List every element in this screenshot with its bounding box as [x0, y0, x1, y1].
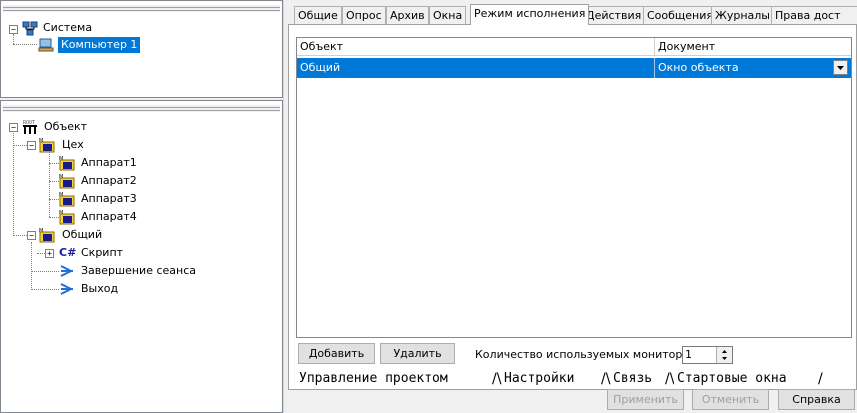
module-folder-icon: M: [59, 174, 75, 189]
module-folder-icon: M: [39, 228, 55, 243]
computer-icon: [38, 38, 54, 52]
module-folder-icon: M: [59, 192, 75, 207]
svg-text:M: M: [59, 192, 63, 198]
arrow-icon: [60, 265, 74, 277]
tab-windows[interactable]: Окна: [429, 6, 467, 24]
expand-toggle[interactable]: +: [45, 249, 54, 258]
bottom-tab-startup-windows[interactable]: Стартовые окна: [674, 371, 790, 387]
column-header-object[interactable]: Объект: [297, 38, 655, 55]
arrow-icon: [60, 283, 74, 295]
svg-text:M: M: [59, 210, 63, 216]
tab-poll[interactable]: Опрос: [342, 6, 386, 24]
help-button[interactable]: Справка: [778, 389, 855, 410]
column-header-document[interactable]: Документ: [655, 38, 848, 55]
apply-button[interactable]: Применить: [607, 389, 684, 410]
svg-text:M: M: [59, 156, 63, 162]
object-tree-pane[interactable]: − ROOT Объект − M Цех M Аппарат1 M Аппар…: [0, 100, 283, 413]
tab-archive[interactable]: Архив: [386, 6, 429, 24]
pane-grip[interactable]: [3, 5, 280, 12]
delete-button[interactable]: Удалить: [380, 343, 455, 364]
cancel-button[interactable]: Отменить: [692, 389, 769, 410]
collapse-toggle[interactable]: −: [9, 25, 18, 34]
dropdown-button[interactable]: [833, 60, 848, 75]
tab-general[interactable]: Общие: [294, 6, 342, 24]
tab-separator: /: [818, 371, 823, 387]
svg-text:M: M: [39, 138, 43, 144]
bottom-tab-strip: Управление проектом /\ Настройки /\ Связ…: [296, 371, 852, 387]
cell-document[interactable]: Окно объекта: [655, 58, 828, 78]
svg-text:M: M: [39, 228, 43, 234]
arrow-down-icon: [722, 357, 727, 360]
network-icon: [22, 21, 38, 36]
arrow-up-icon: [722, 350, 727, 353]
monitors-stepper[interactable]: 1: [682, 346, 733, 364]
tab-messages[interactable]: Сообщения: [643, 6, 718, 24]
module-folder-icon: M: [59, 156, 75, 171]
collapse-toggle[interactable]: −: [27, 141, 36, 150]
tab-execution-mode[interactable]: Режим исполнения: [470, 4, 590, 25]
module-folder-icon: M: [39, 138, 55, 153]
stepper-down[interactable]: [716, 355, 732, 363]
svg-text:M: M: [59, 174, 63, 180]
system-tree-pane[interactable]: − Система Компьютер 1: [0, 0, 283, 98]
cell-object[interactable]: Общий: [297, 58, 655, 78]
monitors-label: Количество используемых мониторов :: [475, 348, 703, 361]
startup-windows-grid[interactable]: Объект Документ Общий Окно объекта: [296, 37, 852, 338]
tab-access-rights[interactable]: Права дост: [771, 6, 857, 24]
grid-row[interactable]: Общий Окно объекта: [297, 58, 851, 78]
tab-journals[interactable]: Журналы: [711, 6, 774, 24]
bottom-tab-project-management[interactable]: Управление проектом: [296, 371, 451, 387]
add-button[interactable]: Добавить: [298, 343, 375, 364]
collapse-toggle[interactable]: −: [27, 231, 36, 240]
chevron-down-icon: [837, 66, 844, 70]
pane-grip[interactable]: [3, 105, 280, 112]
monitors-value[interactable]: 1: [685, 348, 692, 361]
object-icon: ROOT: [23, 120, 37, 134]
grid-header: Объект Документ: [297, 38, 851, 56]
module-folder-icon: M: [59, 210, 75, 225]
bottom-tab-link[interactable]: Связь: [610, 371, 655, 387]
bottom-tab-settings[interactable]: Настройки: [501, 371, 577, 387]
collapse-toggle[interactable]: −: [9, 123, 18, 132]
tab-actions[interactable]: Действия: [582, 6, 646, 24]
csharp-icon: C#: [59, 246, 77, 259]
